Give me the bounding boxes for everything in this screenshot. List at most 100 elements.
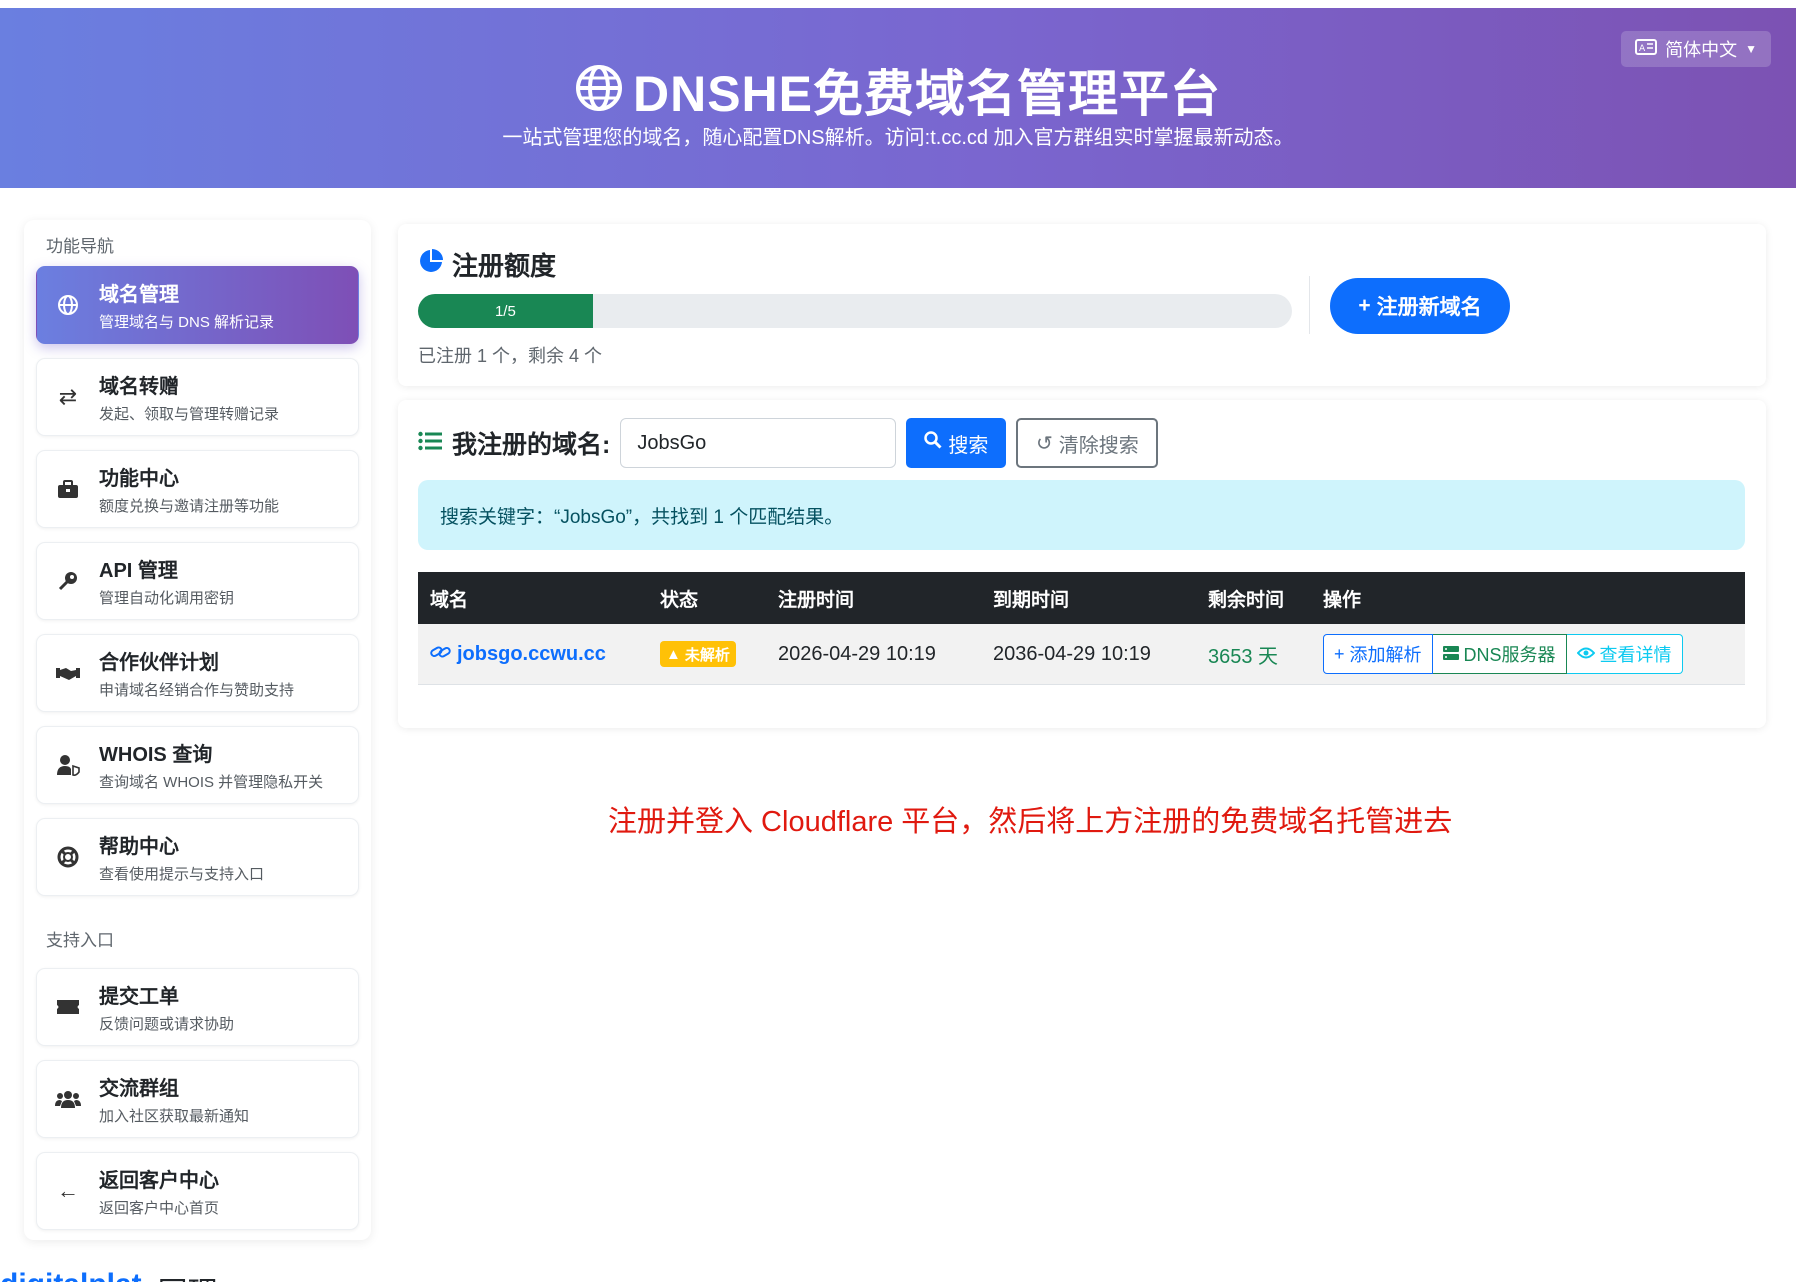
globe-icon: [575, 64, 623, 117]
quota-progress-bar: 1/5: [418, 294, 1292, 328]
clear-search-button[interactable]: ↺ 清除搜索: [1016, 418, 1159, 468]
search-result-alert: 搜索关键字：“JobsGo”，共找到 1 个匹配结果。: [418, 480, 1745, 550]
clear-search-label: 清除搜索: [1058, 434, 1139, 457]
sidebar-item-desc: 查看使用提示与支持入口: [99, 866, 265, 883]
sidebar-item-help-center[interactable]: 帮助中心 查看使用提示与支持入口: [36, 818, 359, 896]
quota-card: 注册额度 1/5 已注册 1 个，剩余 4 个 + 注册新域名: [398, 224, 1766, 386]
sidebar-item-domain-management[interactable]: 域名管理 管理域名与 DNS 解析记录: [36, 266, 359, 344]
sidebar-item-title: 交流群组: [99, 1078, 179, 1100]
status-badge: ▲ 未解析: [660, 641, 736, 667]
handshake-icon: [37, 663, 99, 683]
plus-icon: +: [1358, 294, 1371, 317]
sidebar-item-whois[interactable]: WHOIS 查询 查询域名 WHOIS 并管理隐私开关: [36, 726, 359, 804]
sidebar-item-desc: 反馈问题或请求协助: [99, 1016, 235, 1033]
user-shield-icon: [37, 754, 99, 776]
bottom-partial-text: digitalplat 同理: [0, 1268, 218, 1282]
page-title: DNSHE免费域名管理平台: [632, 66, 1222, 122]
domain-search-input[interactable]: [620, 418, 897, 468]
domain-link[interactable]: jobsgo.ccwu.cc: [430, 643, 648, 666]
sidebar-item-desc: 管理域名与 DNS 解析记录: [99, 314, 275, 331]
domain-name: jobsgo.ccwu.cc: [457, 642, 606, 665]
view-details-label: 查看详情: [1599, 645, 1672, 665]
column-header: 状态: [660, 589, 699, 611]
sidebar-item-title: API 管理: [99, 560, 178, 582]
sidebar-item-back-to-client-center[interactable]: ← 返回客户中心 返回客户中心首页: [36, 1152, 359, 1230]
svg-text:A: A: [1639, 44, 1646, 54]
search-button-label: 搜索: [948, 434, 989, 457]
register-domain-button[interactable]: + 注册新域名: [1330, 278, 1510, 334]
sidebar-item-title: 帮助中心: [99, 836, 179, 858]
expiry-time: 2036-04-29 10:19: [993, 642, 1151, 665]
sidebar-item-desc: 返回客户中心首页: [99, 1200, 220, 1217]
column-header: 到期时间: [993, 589, 1070, 611]
sidebar-item-api-management[interactable]: API 管理 管理自动化调用密钥: [36, 542, 359, 620]
table-header: 域名 状态 注册时间 到期时间 剩余时间 操作: [418, 572, 1745, 624]
sidebar-item-community-groups[interactable]: 交流群组 加入社区获取最新通知: [36, 1060, 359, 1138]
sidebar-item-title: 域名转赠: [99, 376, 179, 398]
my-domains-card: 我注册的域名: 搜索 ↺ 清除搜索 搜索关键字：“JobsGo”，共找到 1 个…: [398, 400, 1766, 728]
column-header: 剩余时间: [1208, 589, 1285, 611]
column-header: 域名: [430, 589, 469, 611]
view-details-button[interactable]: 查看详情: [1566, 634, 1683, 674]
arrow-left-icon: ←: [57, 1178, 79, 1203]
page-header: DNSHE免费域名管理平台 一站式管理您的域名，随心配置DNS解析。访问:t.c…: [0, 8, 1796, 188]
add-record-label: 添加解析: [1349, 645, 1422, 665]
sidebar-item-feature-center[interactable]: 功能中心 额度兑换与邀请注册等功能: [36, 450, 359, 528]
sidebar-item-partner-program[interactable]: 合作伙伴计划 申请域名经销合作与赞助支持: [36, 634, 359, 712]
dns-servers-button[interactable]: DNS服务器: [1432, 634, 1567, 674]
search-icon: [924, 431, 942, 455]
my-domains-title: 我注册的域名:: [452, 431, 611, 459]
status-label: 未解析: [684, 646, 730, 664]
sidebar-item-desc: 申请域名经销合作与赞助支持: [99, 682, 295, 699]
remaining-time: 3653 天: [1208, 645, 1279, 668]
sidebar-item-title: 返回客户中心: [99, 1170, 219, 1192]
link-icon: [430, 643, 452, 666]
sidebar: 功能导航 域名管理 管理域名与 DNS 解析记录 ⇄ 域名转赠 发起、领取与管理…: [24, 220, 371, 1240]
dns-servers-label: DNS服务器: [1463, 645, 1556, 665]
eye-icon: [1576, 644, 1595, 665]
sidebar-item-domain-transfer[interactable]: ⇄ 域名转赠 发起、领取与管理转赠记录: [36, 358, 359, 436]
page-subtitle: 一站式管理您的域名，随心配置DNS解析。访问:t.cc.cd 加入官方群组实时掌…: [502, 127, 1294, 149]
language-selector[interactable]: A 简体中文 ▼: [1621, 31, 1771, 67]
sidebar-item-submit-ticket[interactable]: 提交工单 反馈问题或请求协助: [36, 968, 359, 1046]
plus-icon: +: [1334, 643, 1345, 664]
sidebar-section-support: 支持入口: [46, 931, 114, 950]
red-annotation-text: 注册并登入 Cloudflare 平台，然后将上方注册的免费域名托管进去: [608, 806, 1453, 838]
ticket-icon: [37, 998, 99, 1016]
lifebuoy-icon: [37, 846, 99, 868]
register-domain-label: 注册新域名: [1376, 296, 1482, 319]
sidebar-item-title: WHOIS 查询: [99, 744, 213, 766]
warning-icon: ▲: [666, 645, 681, 663]
sidebar-item-desc: 加入社区获取最新通知: [99, 1108, 250, 1125]
list-icon: [418, 429, 442, 458]
registered-time: 2026-04-29 10:19: [778, 642, 936, 665]
sidebar-item-title: 合作伙伴计划: [99, 652, 219, 674]
undo-icon: ↺: [1035, 432, 1053, 455]
server-icon: [1442, 644, 1459, 665]
sidebar-item-desc: 管理自动化调用密钥: [99, 590, 235, 607]
quota-title: 注册额度: [452, 251, 557, 281]
language-label: 简体中文: [1665, 40, 1738, 60]
toolbox-icon: [37, 479, 99, 499]
column-header: 操作: [1323, 589, 1362, 611]
transfer-arrows-icon: ⇄: [58, 384, 78, 409]
search-button[interactable]: 搜索: [906, 418, 1007, 468]
divider: [1309, 276, 1310, 334]
sidebar-item-title: 功能中心: [99, 468, 179, 490]
sidebar-item-title: 提交工单: [99, 986, 179, 1008]
domains-table: 域名 状态 注册时间 到期时间 剩余时间 操作 jobsgo.ccwu.cc ▲…: [418, 572, 1745, 685]
table-row: jobsgo.ccwu.cc ▲ 未解析 2026-04-29 10:19 20…: [418, 624, 1745, 685]
add-record-button[interactable]: + 添加解析: [1323, 634, 1433, 674]
caret-down-icon: ▼: [1745, 42, 1757, 56]
pie-chart-icon: [418, 248, 444, 281]
bottom-note: 同理: [158, 1268, 218, 1282]
key-icon: [37, 570, 99, 592]
globe-icon: [37, 294, 99, 316]
sidebar-section-nav: 功能导航: [46, 237, 114, 256]
column-header: 注册时间: [778, 589, 855, 611]
quota-progress-fill: 1/5: [418, 294, 593, 328]
digitalplat-link[interactable]: digitalplat: [0, 1268, 142, 1282]
row-actions: + 添加解析 DNS服务器 查看详情: [1323, 634, 1745, 674]
language-icon: A: [1635, 38, 1658, 60]
quota-note: 已注册 1 个，剩余 4 个: [418, 346, 603, 366]
